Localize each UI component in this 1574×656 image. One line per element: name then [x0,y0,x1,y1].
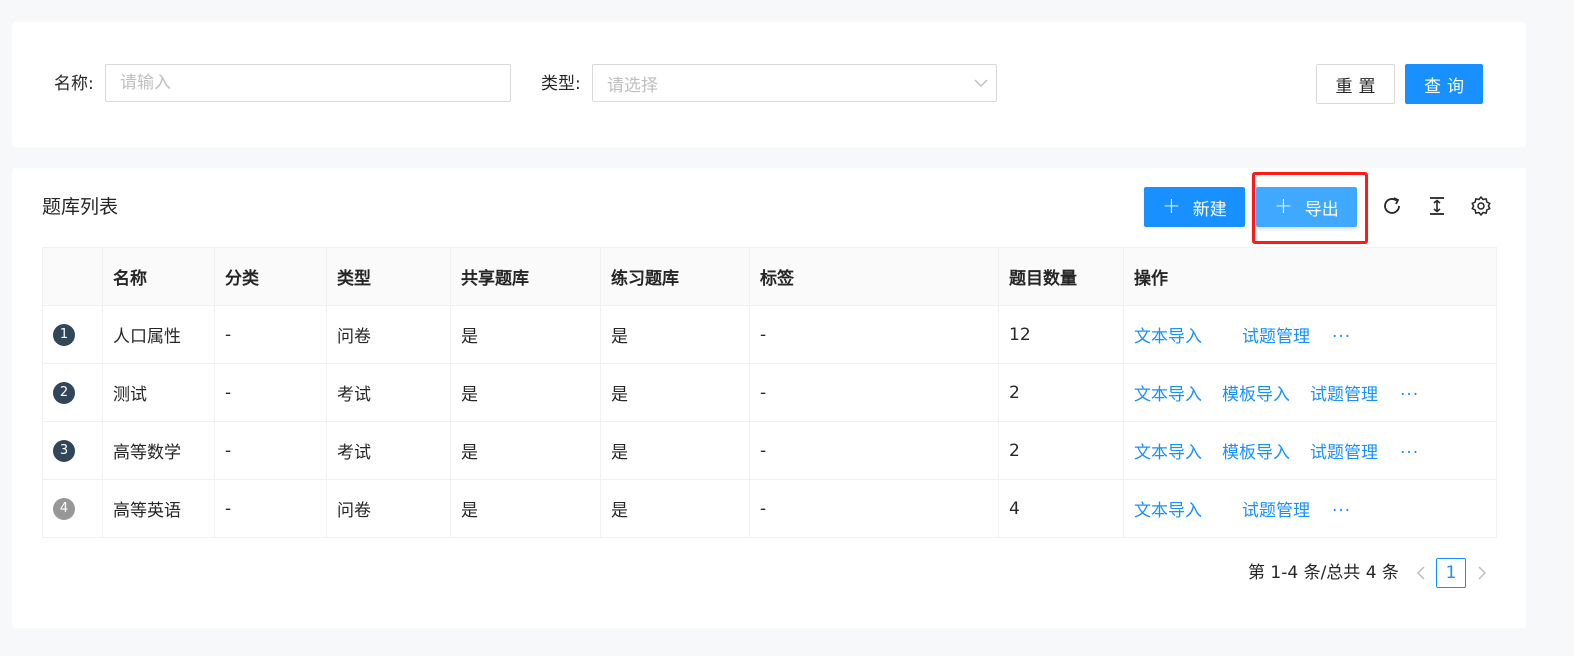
cell-shared: 是 [450,421,601,480]
cell-shared: 是 [450,479,601,538]
prev-page-icon[interactable] [1409,560,1433,586]
name-label: 名称: [54,74,94,94]
cell-practice: 是 [600,479,750,538]
table-row: 4 高等英语 - 问卷 是 是 - 4 文本导入 试题管理 ··· [42,479,1497,538]
text-import-link[interactable]: 文本导入 [1134,385,1202,405]
cell-tags: - [749,363,999,422]
search-panel: 名称: 类型: 请选择 重置 查询 [12,22,1526,147]
cell-category: - [214,421,327,480]
plus-icon: + [1162,194,1181,219]
cell-type: 问卷 [326,305,451,364]
text-import-link[interactable]: 文本导入 [1134,443,1202,463]
list-title: 题库列表 [42,196,119,218]
cell-name: 高等数学 [102,421,215,480]
export-button[interactable]: + 导出 [1256,187,1357,227]
plus-icon: + [1274,194,1293,219]
row-index-badge: 4 [53,497,75,520]
cell-name: 人口属性 [102,305,215,364]
question-manage-link[interactable]: 试题管理 [1310,443,1378,463]
template-import-link[interactable]: 模板导入 [1222,443,1290,463]
query-button-label: 查询 [1424,76,1470,97]
column-header: 类型 [326,247,451,306]
list-panel: 题库列表 + 新建 + 导出 名称 分类 类型 共享题库 练习题库 标签 题目数… [12,168,1526,628]
column-header: 名称 [102,247,215,306]
more-icon[interactable]: ··· [1400,443,1419,463]
cell-count: 2 [998,421,1124,480]
reload-icon[interactable] [1380,194,1404,218]
type-select[interactable]: 请选择 [592,64,997,102]
column-header: 共享题库 [450,247,601,306]
type-label: 类型: [541,74,581,94]
more-icon[interactable]: ··· [1400,385,1419,405]
table-row: 3 高等数学 - 考试 是 是 - 2 文本导入 模板导入 试题管理 ··· [42,421,1497,480]
export-button-label: 导出 [1304,199,1339,220]
next-page-icon[interactable] [1470,560,1494,586]
table-row: 2 测试 - 考试 是 是 - 2 文本导入 模板导入 试题管理 ··· [42,363,1497,422]
text-import-link[interactable]: 文本导入 [1134,501,1202,521]
cell-practice: 是 [600,305,750,364]
column-header: 题目数量 [998,247,1124,306]
column-header [42,247,103,306]
pagination-total: 第 1-4 条/总共 4 条 [1248,563,1399,583]
name-input-wrapper [105,64,511,102]
cell-count: 12 [998,305,1124,364]
cell-type: 问卷 [326,479,451,538]
column-header: 标签 [749,247,999,306]
cell-count: 4 [998,479,1124,538]
chevron-down-icon [966,79,996,88]
more-icon[interactable]: ··· [1332,501,1351,521]
more-icon[interactable]: ··· [1332,327,1351,347]
setting-icon[interactable] [1469,194,1493,218]
cell-actions: 文本导入 模板导入 试题管理 ··· [1123,421,1497,480]
question-bank-table: 名称 分类 类型 共享题库 练习题库 标签 题目数量 操作 1 人口属性 - 问… [42,247,1497,538]
query-button[interactable]: 查询 [1405,64,1483,104]
cell-category: - [214,479,327,538]
table-header-row: 名称 分类 类型 共享题库 练习题库 标签 题目数量 操作 [42,247,1497,306]
cell-name: 高等英语 [102,479,215,538]
cell-tags: - [749,479,999,538]
new-button[interactable]: + 新建 [1144,187,1245,227]
cell-type: 考试 [326,363,451,422]
cell-actions: 文本导入 试题管理 ··· [1123,479,1497,538]
text-import-link[interactable]: 文本导入 [1134,327,1202,347]
type-select-placeholder: 请选择 [607,75,658,96]
name-input[interactable] [106,65,510,101]
question-manage-link[interactable]: 试题管理 [1242,501,1310,521]
cell-category: - [214,363,327,422]
question-manage-link[interactable]: 试题管理 [1242,327,1310,347]
column-header: 分类 [214,247,327,306]
cell-shared: 是 [450,305,601,364]
question-manage-link[interactable]: 试题管理 [1310,385,1378,405]
row-index-badge: 2 [53,381,75,404]
table-row: 1 人口属性 - 问卷 是 是 - 12 文本导入 试题管理 ··· [42,305,1497,364]
cell-actions: 文本导入 模板导入 试题管理 ··· [1123,363,1497,422]
cell-practice: 是 [600,363,750,422]
cell-name: 测试 [102,363,215,422]
cell-practice: 是 [600,421,750,480]
column-height-icon[interactable] [1425,194,1449,218]
reset-button[interactable]: 重置 [1316,64,1395,104]
cell-count: 2 [998,363,1124,422]
row-index-badge: 1 [53,323,75,346]
template-import-link[interactable]: 模板导入 [1222,385,1290,405]
column-header: 操作 [1123,247,1497,306]
column-header: 练习题库 [600,247,750,306]
cell-actions: 文本导入 试题管理 ··· [1123,305,1497,364]
new-button-label: 新建 [1192,199,1227,220]
cell-type: 考试 [326,421,451,480]
row-index-badge: 3 [53,439,75,462]
reset-button-label: 重置 [1335,76,1382,97]
cell-shared: 是 [450,363,601,422]
cell-tags: - [749,305,999,364]
page-item-current[interactable]: 1 [1436,558,1466,588]
cell-tags: - [749,421,999,480]
cell-category: - [214,305,327,364]
